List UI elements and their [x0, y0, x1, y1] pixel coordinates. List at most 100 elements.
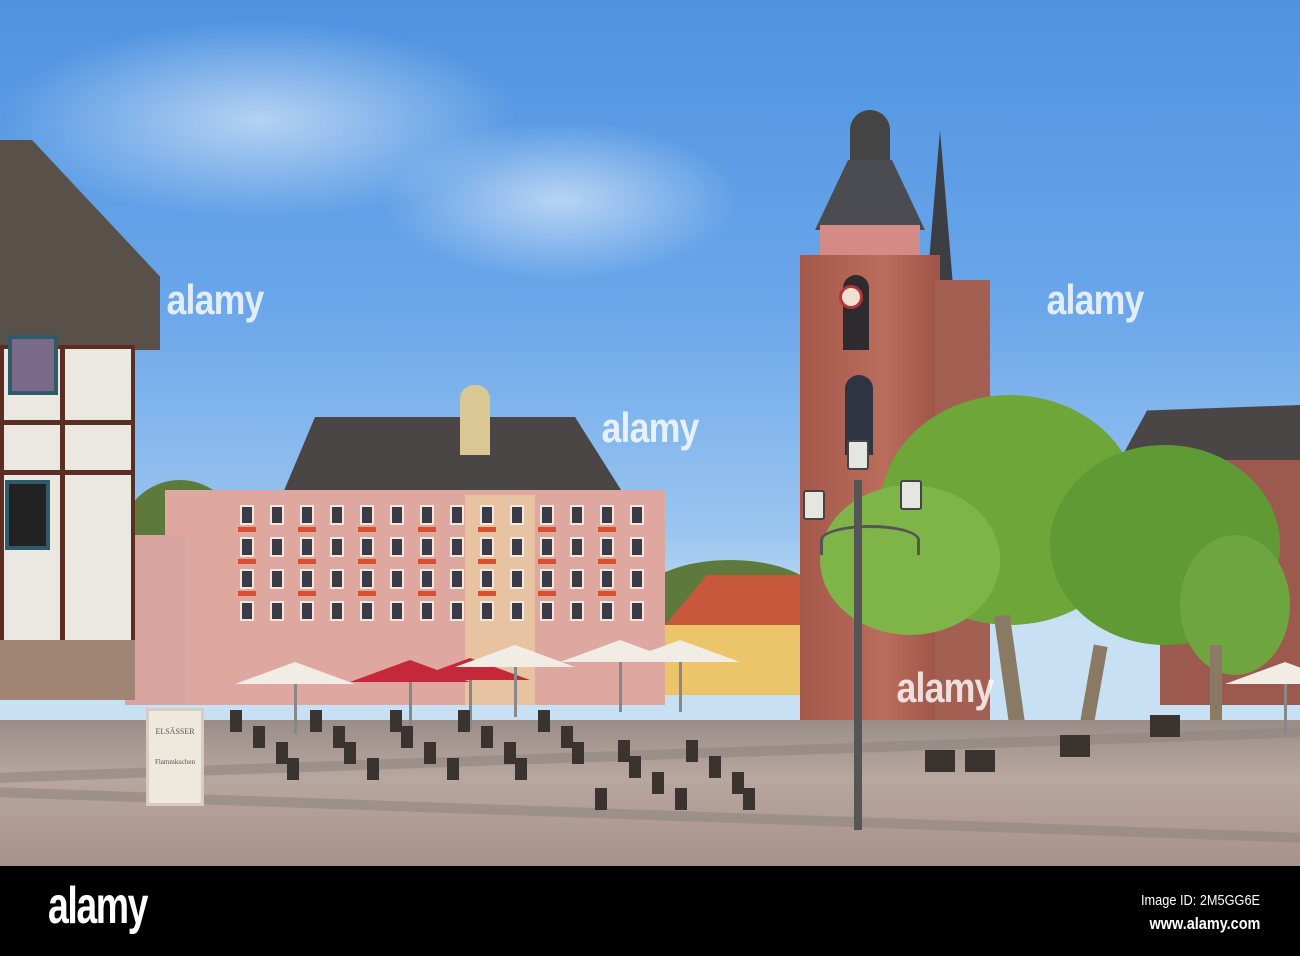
cafe-chair — [458, 710, 470, 732]
parasol — [1225, 662, 1300, 684]
window — [300, 537, 314, 557]
cafe-chair — [675, 788, 687, 810]
site-url[interactable]: www.alamy.com — [1149, 914, 1260, 934]
flower-box — [298, 527, 316, 532]
window — [330, 505, 344, 525]
cafe-chair — [652, 772, 664, 794]
clock-icon — [839, 285, 863, 309]
menu-sign-board: ELSÄSSER Flammkuchen — [146, 708, 204, 806]
window — [390, 505, 404, 525]
window — [270, 537, 284, 557]
window — [360, 601, 374, 621]
window — [600, 505, 614, 525]
image-id: Image ID: 2M5GG6E — [1141, 892, 1260, 909]
window — [480, 505, 494, 525]
window — [600, 601, 614, 621]
window — [450, 505, 464, 525]
window — [540, 569, 554, 589]
parasol-pole — [409, 682, 412, 732]
parasol — [455, 645, 575, 667]
cafe-chair — [344, 742, 356, 764]
window — [240, 601, 254, 621]
cafe-chair — [367, 758, 379, 780]
cafe-chair — [230, 710, 242, 732]
cafe-chair — [538, 710, 550, 732]
window — [270, 569, 284, 589]
cloud — [380, 120, 740, 280]
parasol — [235, 662, 355, 684]
window — [390, 569, 404, 589]
window — [360, 569, 374, 589]
flower-box — [478, 591, 496, 596]
window — [480, 537, 494, 557]
flower-box — [238, 591, 256, 596]
flower-box — [478, 559, 496, 564]
cafe-chair — [709, 756, 721, 778]
window — [630, 569, 644, 589]
window — [450, 569, 464, 589]
watermark: alamy — [167, 276, 264, 324]
parasol-pole — [619, 662, 622, 712]
window — [510, 569, 524, 589]
window — [390, 537, 404, 557]
watermark: alamy — [897, 664, 994, 712]
window — [420, 505, 434, 525]
window — [630, 505, 644, 525]
window — [450, 537, 464, 557]
window — [240, 569, 254, 589]
window — [510, 537, 524, 557]
yellow-house — [665, 575, 805, 695]
window — [300, 505, 314, 525]
cafe-chair — [447, 758, 459, 780]
window — [540, 601, 554, 621]
cafe-chair — [572, 742, 584, 764]
parasol — [620, 640, 740, 662]
town-square-photo: ELSÄSSER Flammkuchen alamy alamy alamy a… — [0, 0, 1300, 866]
flower-box — [418, 591, 436, 596]
window — [540, 537, 554, 557]
flower-box — [538, 591, 556, 596]
window — [240, 505, 254, 525]
window — [510, 601, 524, 621]
window — [270, 601, 284, 621]
flower-box — [358, 559, 376, 564]
window — [570, 505, 584, 525]
cafe-chair — [424, 742, 436, 764]
window — [330, 601, 344, 621]
cafe-chair — [1060, 735, 1090, 757]
watermark: alamy — [602, 404, 699, 452]
window — [240, 537, 254, 557]
cafe-chair — [965, 750, 995, 772]
window — [600, 537, 614, 557]
cafe-chair — [310, 710, 322, 732]
sign-title: ELSÄSSER — [149, 727, 201, 736]
window — [360, 537, 374, 557]
flower-box — [598, 559, 616, 564]
window — [450, 601, 464, 621]
cafe-chair — [629, 756, 641, 778]
flower-box — [298, 559, 316, 564]
window — [300, 569, 314, 589]
window — [540, 505, 554, 525]
half-timbered-house — [0, 140, 165, 700]
cafe-chair — [253, 726, 265, 748]
flower-box — [418, 527, 436, 532]
flower-box — [598, 591, 616, 596]
window — [480, 569, 494, 589]
flower-box — [358, 527, 376, 532]
sign-subtitle: Flammkuchen — [149, 758, 201, 766]
flower-box — [358, 591, 376, 596]
flower-box — [238, 527, 256, 532]
window — [420, 537, 434, 557]
window — [330, 537, 344, 557]
window — [420, 601, 434, 621]
window — [480, 601, 494, 621]
window — [360, 505, 374, 525]
cafe-chair — [595, 788, 607, 810]
footer-bar: alamy Image ID: 2M5GG6E www.alamy.com — [0, 866, 1300, 956]
window — [300, 601, 314, 621]
flower-box — [538, 559, 556, 564]
watermark: alamy — [1047, 276, 1144, 324]
parasol-pole — [294, 684, 297, 734]
cafe-chair — [515, 758, 527, 780]
